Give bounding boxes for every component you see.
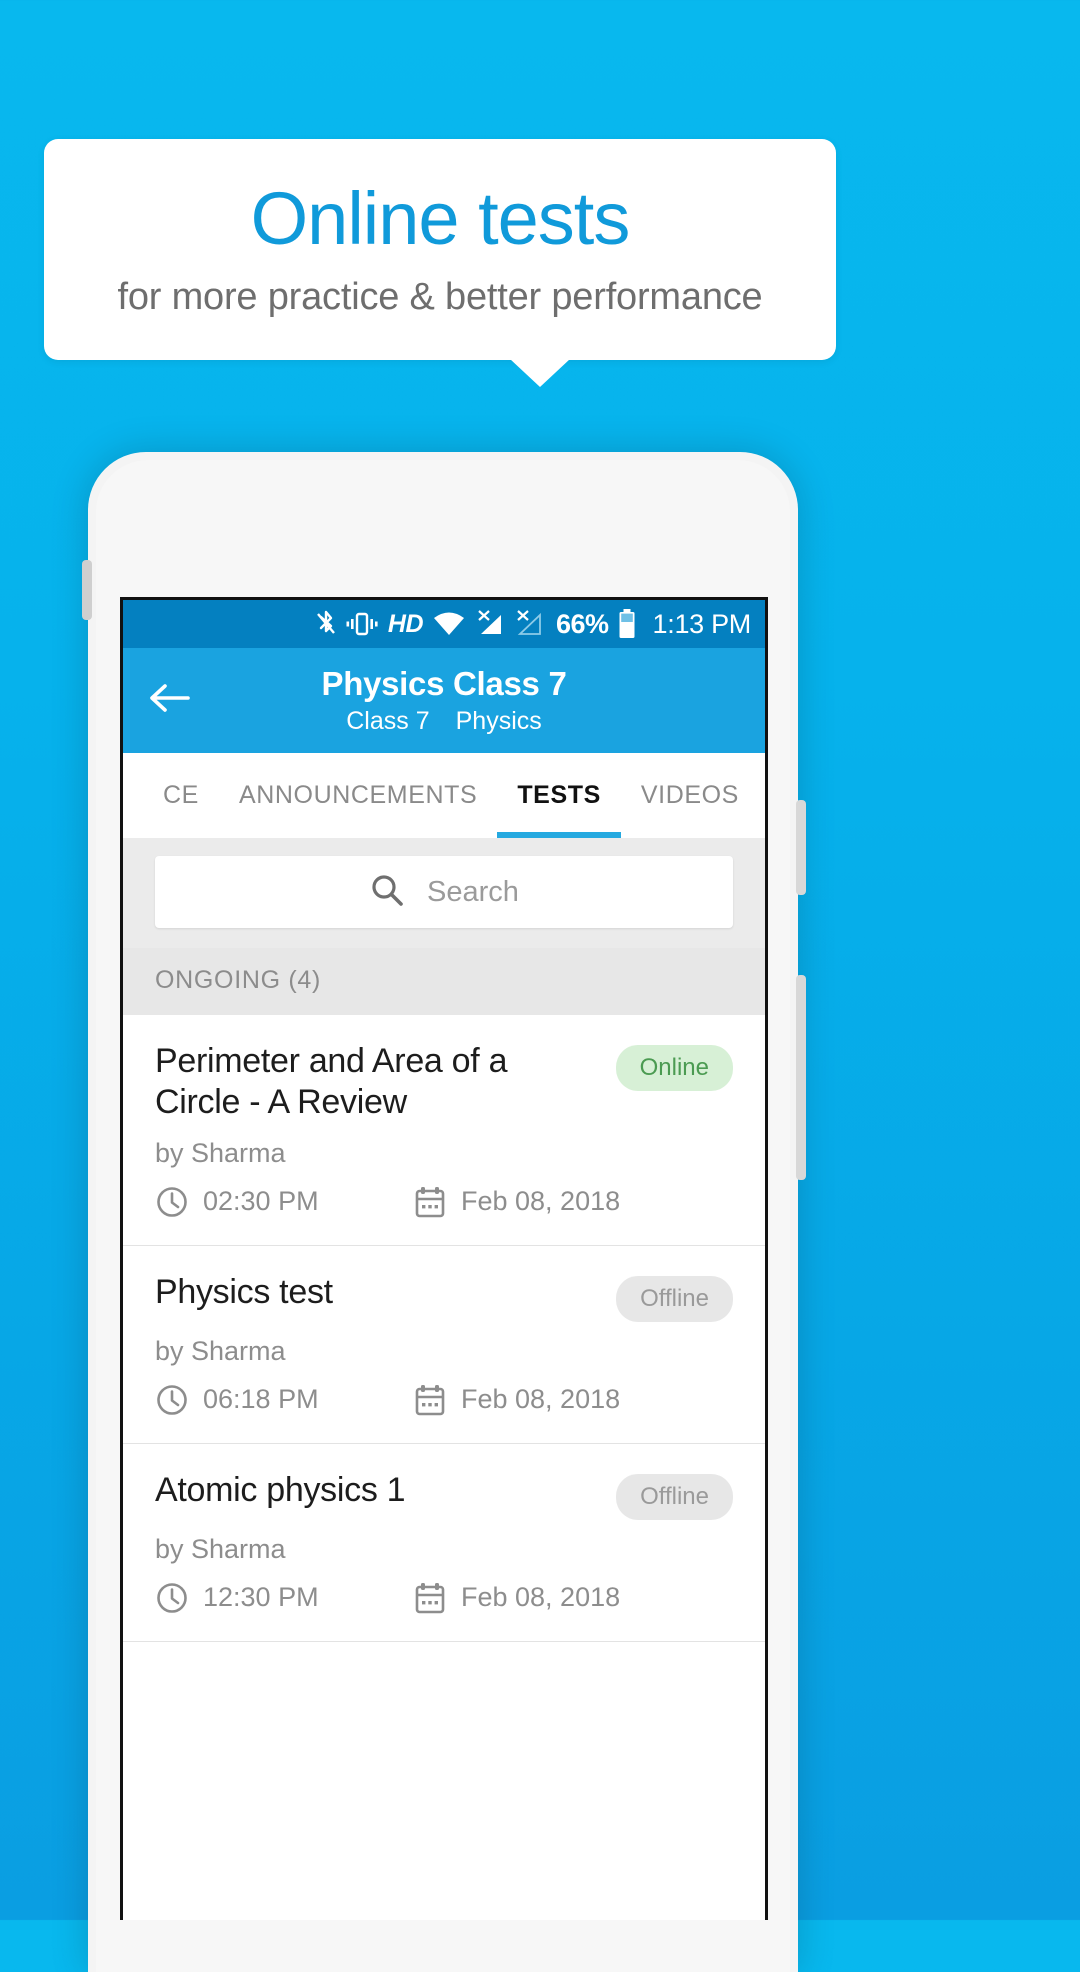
status-bar-clock: 1:13 PM bbox=[652, 608, 752, 639]
status-bar: HD 66% 1:13 PM bbox=[123, 600, 765, 648]
breadcrumb: Class 7 Physics bbox=[346, 707, 542, 736]
promo-subtitle: for more practice & better performance bbox=[117, 275, 763, 318]
promo-callout-tail bbox=[510, 359, 570, 387]
vibrate-icon bbox=[345, 609, 379, 639]
test-time-label: 06:18 PM bbox=[203, 1384, 319, 1415]
calendar-icon bbox=[413, 1383, 447, 1417]
tab-bar: CE ANNOUNCEMENTS TESTS VIDEOS bbox=[123, 753, 765, 838]
promo-title: Online tests bbox=[250, 177, 631, 261]
test-title: Physics test bbox=[155, 1272, 333, 1311]
search-bar-container: Search bbox=[123, 838, 765, 948]
wifi-icon bbox=[432, 609, 466, 639]
calendar-icon bbox=[413, 1581, 447, 1615]
test-date: Feb 08, 2018 bbox=[413, 1383, 620, 1417]
phone-screen: HD 66% 1:13 PM Physics Class 7 Class 7 P… bbox=[120, 597, 768, 1920]
test-date-label: Feb 08, 2018 bbox=[461, 1582, 621, 1613]
test-date: Feb 08, 2018 bbox=[413, 1185, 620, 1219]
test-author: by Sharma bbox=[155, 1137, 286, 1168]
test-card-header: Perimeter and Area of a Circle - A Revie… bbox=[155, 1041, 733, 1124]
test-time: 06:18 PM bbox=[155, 1383, 413, 1417]
test-card-header: Atomic physics 1 Offline bbox=[155, 1470, 733, 1520]
test-title: Perimeter and Area of a Circle - A Revie… bbox=[155, 1042, 508, 1122]
back-button[interactable] bbox=[143, 675, 195, 727]
tab-videos[interactable]: VIDEOS bbox=[621, 753, 759, 838]
calendar-icon bbox=[413, 1185, 447, 1219]
clock-icon bbox=[155, 1383, 189, 1417]
test-author: by Sharma bbox=[155, 1533, 286, 1564]
test-list-item[interactable]: Physics test Offline by Sharma 06:18 PM bbox=[123, 1245, 765, 1444]
test-title: Atomic physics 1 bbox=[155, 1470, 406, 1509]
test-author: by Sharma bbox=[155, 1335, 286, 1366]
tab-tests[interactable]: TESTS bbox=[497, 753, 621, 838]
promo-callout: Online tests for more practice & better … bbox=[44, 139, 836, 360]
test-meta-row: 02:30 PM Feb 08, 2018 bbox=[155, 1185, 733, 1219]
phone-volume-button[interactable] bbox=[796, 975, 806, 1180]
battery-icon bbox=[618, 608, 636, 640]
arrow-left-icon bbox=[148, 681, 190, 720]
test-list-item[interactable]: Perimeter and Area of a Circle - A Revie… bbox=[123, 1015, 765, 1246]
test-time: 12:30 PM bbox=[155, 1581, 413, 1615]
search-placeholder: Search bbox=[427, 875, 519, 908]
test-date: Feb 08, 2018 bbox=[413, 1581, 620, 1615]
test-time-label: 02:30 PM bbox=[203, 1186, 319, 1217]
test-meta-row: 12:30 PM Feb 08, 2018 bbox=[155, 1581, 733, 1615]
test-date-label: Feb 08, 2018 bbox=[461, 1384, 621, 1415]
clock-icon bbox=[155, 1185, 189, 1219]
test-time: 02:30 PM bbox=[155, 1185, 413, 1219]
test-list-item[interactable]: Atomic physics 1 Offline by Sharma 12:30… bbox=[123, 1443, 765, 1642]
breadcrumb-subject: Physics bbox=[455, 706, 542, 735]
status-badge: Online bbox=[615, 1045, 733, 1091]
phone-power-button[interactable] bbox=[796, 800, 806, 895]
app-bar: Physics Class 7 Class 7 Physics bbox=[123, 648, 765, 753]
breadcrumb-class: Class 7 bbox=[346, 706, 430, 735]
tab-ce[interactable]: CE bbox=[143, 753, 219, 838]
test-date-label: Feb 08, 2018 bbox=[461, 1186, 621, 1217]
test-time-label: 12:30 PM bbox=[203, 1582, 319, 1613]
bluetooth-icon bbox=[316, 609, 336, 639]
clock-icon bbox=[155, 1581, 189, 1615]
status-badge: Offline bbox=[616, 1275, 733, 1322]
battery-percent-label: 66% bbox=[556, 608, 609, 639]
search-input[interactable]: Search bbox=[155, 856, 733, 928]
search-icon bbox=[369, 872, 405, 913]
test-meta-row: 06:18 PM Feb 08, 2018 bbox=[155, 1383, 733, 1417]
status-badge: Offline bbox=[616, 1473, 733, 1520]
signal-no-sim-2-icon bbox=[514, 609, 544, 639]
section-header-ongoing: ONGOING (4) bbox=[123, 948, 765, 1015]
test-card-header: Physics test Offline bbox=[155, 1272, 733, 1322]
page-title: Physics Class 7 bbox=[321, 665, 567, 703]
signal-no-sim-1-icon bbox=[475, 609, 505, 639]
tab-announcements[interactable]: ANNOUNCEMENTS bbox=[219, 753, 497, 838]
hd-icon: HD bbox=[387, 609, 424, 638]
phone-side-button-left[interactable] bbox=[82, 560, 92, 620]
